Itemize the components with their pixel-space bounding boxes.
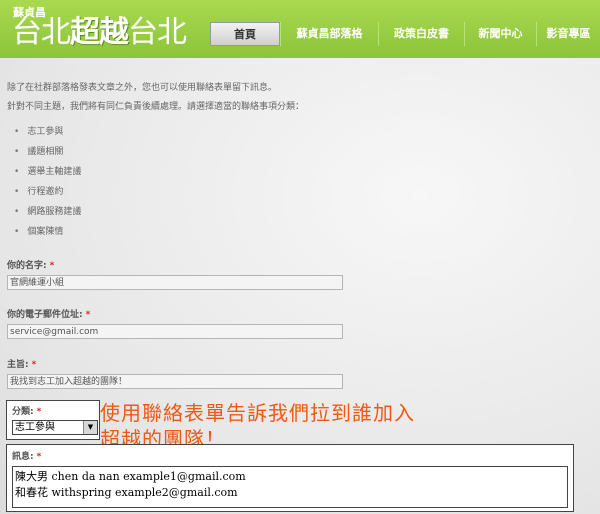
email-label: 你的電子郵件位址: * [7,307,90,320]
annotation-line-1: 使用聯絡表單告訴我們拉到誰加入 [100,401,415,425]
category-list: 志工參與 議題相關 選舉主軸建議 行程邀約 網路服務建議 個案陳情 [14,122,81,242]
category-select-value: 志工參與 [15,422,55,433]
main-nav: 首頁 蘇貞昌部落格 政策白皮書 新聞中心 影音專區 [210,22,600,46]
nav-news[interactable]: 新聞中心 [464,22,536,46]
logo-text-part1: 台北 [12,15,71,50]
required-mark: * [36,407,42,417]
site-header: 蘇貞昌 台北超越台北 首頁 蘇貞昌部落格 政策白皮書 新聞中心 影音專區 [0,0,600,58]
category-label-text: 分類: [12,407,34,417]
chevron-down-icon[interactable]: ▼ [83,421,97,434]
intro-line-2: 針對不同主題，我們將有同仁負責後續處理。請選擇適當的聯絡事項分類： [7,102,305,112]
message-line-2: 和春花 withspring example2@gmail.com [15,486,238,499]
list-item: 個案陳情 [14,222,81,242]
intro-line-1: 除了在社群部落格發表文章之外，您也可以使用聯絡表單留下訊息。 [7,83,278,93]
required-mark: * [36,452,42,462]
nav-blog[interactable]: 蘇貞昌部落格 [280,22,378,46]
list-item: 議題相關 [14,142,81,162]
site-logo[interactable]: 台北超越台北 [12,15,187,50]
subject-label-text: 主旨: [7,360,29,370]
required-mark: * [85,310,91,320]
category-label: 分類: * [12,404,41,417]
list-item: 網路服務建議 [14,202,81,222]
nav-policy[interactable]: 政策白皮書 [378,22,464,46]
message-line-1: 陳大男 chen da nan example1@gmail.com [15,470,246,483]
message-label: 訊息: * [12,449,41,462]
nav-home[interactable]: 首頁 [210,22,280,46]
logo-text-part3: 台北 [128,15,187,50]
subject-label: 主旨: * [7,357,36,370]
email-input[interactable]: service@gmail.com [7,324,343,339]
subject-input[interactable]: 我找到志工加入超越的團隊！ [7,374,343,389]
message-textarea[interactable]: 陳大男 chen da nan example1@gmail.com 和春花 w… [12,466,568,508]
list-item: 選舉主軸建議 [14,162,81,182]
name-label: 你的名字: * [7,258,54,271]
required-mark: * [31,360,37,370]
nav-video[interactable]: 影音專區 [536,22,600,46]
category-select[interactable]: 志工參與 ▼ [12,420,98,435]
name-input[interactable]: 官網維運小組 [7,275,343,290]
logo-text-part2: 超越 [70,15,129,50]
message-label-text: 訊息: [12,452,34,462]
required-mark: * [49,261,55,271]
email-label-text: 你的電子郵件位址: [7,310,83,320]
list-item: 志工參與 [14,122,81,142]
name-label-text: 你的名字: [7,261,47,271]
list-item: 行程邀約 [14,182,81,202]
